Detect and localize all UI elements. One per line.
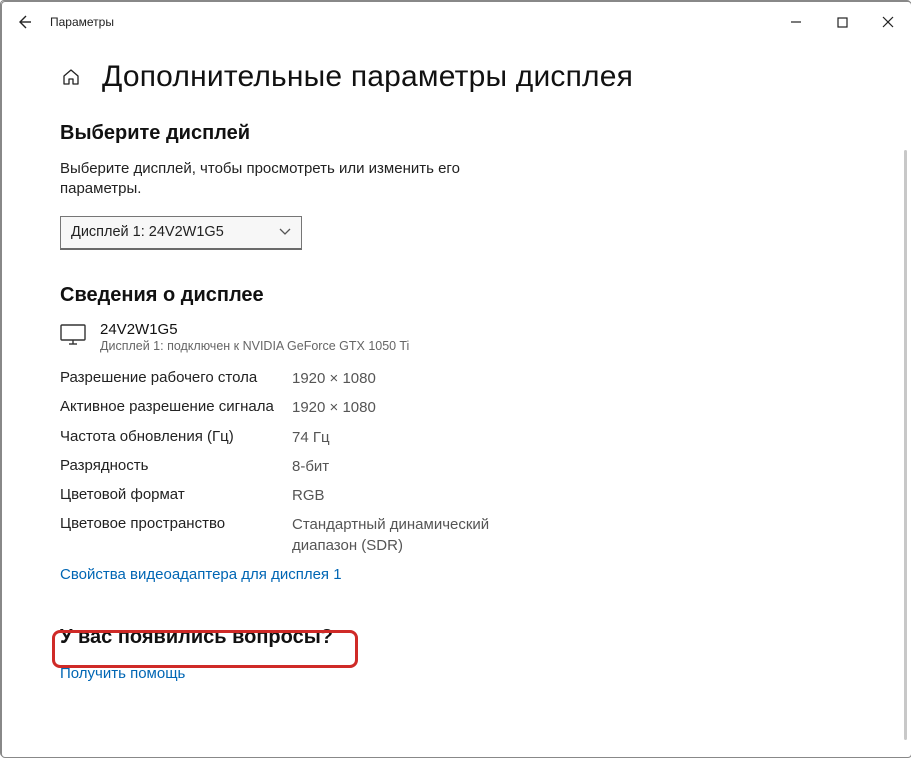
content-area: Дополнительные параметры дисплея Выберит… [0,40,911,713]
table-row: Разрядность 8-бит [60,452,851,481]
monitor-icon [60,323,86,352]
close-button[interactable] [865,2,911,42]
property-label: Частота обновления (Гц) [60,428,292,448]
table-row: Цветовое пространство Стандартный динами… [60,511,851,561]
page-title: Дополнительные параметры дисплея [102,60,633,94]
property-label: Разрешение рабочего стола [60,369,292,389]
display-info-heading: Сведения о дисплее [60,284,851,307]
table-row: Разрешение рабочего стола 1920 × 1080 [60,365,851,394]
close-icon [882,16,894,28]
property-label: Цветовой формат [60,486,292,506]
property-label: Цветовое пространство [60,515,292,556]
property-value: 74 Гц [292,428,330,448]
property-value: 8-бит [292,457,329,477]
property-label: Разрядность [60,457,292,477]
display-name: 24V2W1G5 [100,321,409,338]
chevron-down-icon [279,225,291,239]
titlebar: Параметры [2,2,911,42]
home-button[interactable] [60,66,82,88]
back-button[interactable] [16,14,44,30]
help-heading: У вас появились вопросы? [60,626,851,649]
display-select[interactable]: Дисплей 1: 24V2W1G5 [60,216,302,250]
display-connection: Дисплей 1: подключен к NVIDIA GeForce GT… [100,339,409,353]
window-controls [773,2,911,42]
maximize-icon [837,17,848,28]
home-icon [61,67,81,87]
property-label: Активное разрешение сигнала [60,398,292,418]
property-value: RGB [292,486,325,506]
minimize-button[interactable] [773,2,819,42]
get-help-link[interactable]: Получить помощь [60,665,185,682]
table-row: Частота обновления (Гц) 74 Гц [60,423,851,452]
table-row: Активное разрешение сигнала 1920 × 1080 [60,394,851,423]
arrow-left-icon [16,14,32,30]
adapter-properties-link[interactable]: Свойства видеоадаптера для дисплея 1 [60,566,342,583]
select-display-description: Выберите дисплей, чтобы просмотреть или … [60,159,480,200]
property-value: Стандартный динамический диапазон (SDR) [292,515,552,556]
app-title: Параметры [50,15,114,29]
table-row: Цветовой формат RGB [60,482,851,511]
maximize-button[interactable] [819,2,865,42]
minimize-icon [790,16,802,28]
display-properties-table: Разрешение рабочего стола 1920 × 1080 Ак… [60,365,851,561]
property-value: 1920 × 1080 [292,398,376,418]
property-value: 1920 × 1080 [292,369,376,389]
select-display-heading: Выберите дисплей [60,122,851,145]
display-summary: 24V2W1G5 Дисплей 1: подключен к NVIDIA G… [60,321,851,353]
display-select-value: Дисплей 1: 24V2W1G5 [71,224,224,240]
